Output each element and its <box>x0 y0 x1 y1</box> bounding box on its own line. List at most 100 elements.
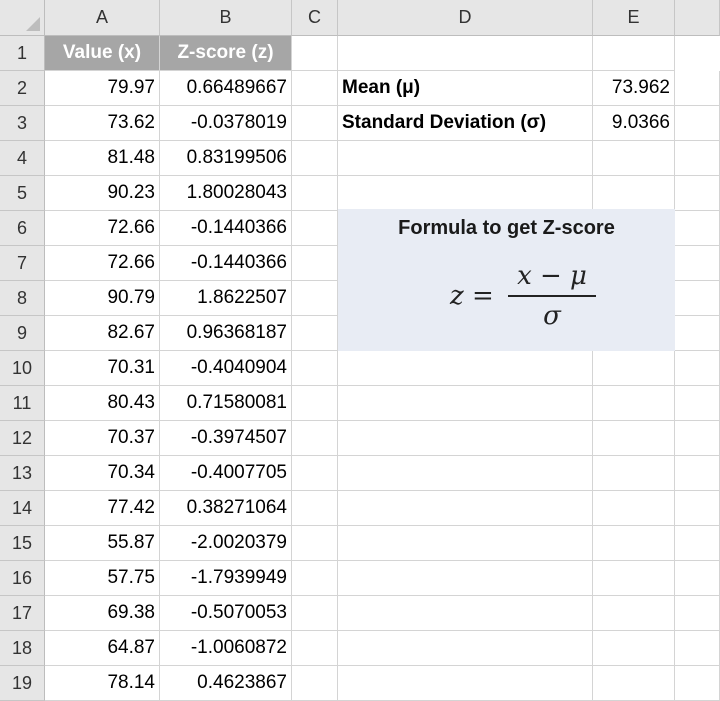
zscore-cell[interactable]: 0.66489667 <box>160 71 292 106</box>
mean-value[interactable]: 73.962 <box>593 71 675 106</box>
empty-cell[interactable] <box>338 421 593 456</box>
empty-cell[interactable] <box>338 36 593 71</box>
zscore-cell[interactable]: -0.4007705 <box>160 456 292 491</box>
empty-cell[interactable] <box>292 141 338 176</box>
empty-cell[interactable] <box>593 456 675 491</box>
mean-label[interactable]: Mean (μ) <box>338 71 593 106</box>
zscore-cell[interactable]: 1.80028043 <box>160 176 292 211</box>
empty-cell[interactable] <box>292 351 338 386</box>
value-cell[interactable]: 81.48 <box>45 141 160 176</box>
empty-cell[interactable] <box>593 491 675 526</box>
value-cell[interactable]: 57.75 <box>45 561 160 596</box>
value-cell[interactable]: 73.62 <box>45 106 160 141</box>
column-header-e[interactable]: E <box>593 0 675 36</box>
empty-cell[interactable] <box>593 36 675 71</box>
row-header-17[interactable]: 17 <box>0 596 45 631</box>
empty-cell[interactable] <box>292 71 338 106</box>
empty-cell[interactable] <box>675 561 720 596</box>
empty-cell[interactable] <box>593 176 675 211</box>
value-cell[interactable]: 77.42 <box>45 491 160 526</box>
empty-cell[interactable] <box>292 176 338 211</box>
select-all-corner[interactable] <box>0 0 45 36</box>
value-cell[interactable]: 90.79 <box>45 281 160 316</box>
empty-cell[interactable] <box>292 281 338 316</box>
value-cell[interactable]: 72.66 <box>45 246 160 281</box>
zscore-cell[interactable]: -0.5070053 <box>160 596 292 631</box>
value-cell[interactable]: 78.14 <box>45 666 160 701</box>
column-header-d[interactable]: D <box>338 0 593 36</box>
empty-cell[interactable] <box>675 246 720 281</box>
row-header-11[interactable]: 11 <box>0 386 45 421</box>
empty-cell[interactable] <box>292 106 338 141</box>
zscore-cell[interactable]: -1.7939949 <box>160 561 292 596</box>
row-header-9[interactable]: 9 <box>0 316 45 351</box>
empty-cell[interactable] <box>338 176 593 211</box>
empty-cell[interactable] <box>675 526 720 561</box>
empty-cell[interactable] <box>675 211 720 246</box>
zscore-cell[interactable]: -1.0060872 <box>160 631 292 666</box>
value-cell[interactable]: 70.31 <box>45 351 160 386</box>
zscore-cell[interactable]: -0.4040904 <box>160 351 292 386</box>
empty-cell[interactable] <box>675 71 720 106</box>
empty-cell[interactable] <box>593 386 675 421</box>
row-header-10[interactable]: 10 <box>0 351 45 386</box>
value-cell[interactable]: 69.38 <box>45 596 160 631</box>
empty-cell[interactable] <box>338 526 593 561</box>
empty-cell[interactable] <box>338 491 593 526</box>
empty-cell[interactable] <box>338 456 593 491</box>
empty-cell[interactable] <box>593 421 675 456</box>
empty-cell[interactable] <box>675 596 720 631</box>
row-header-4[interactable]: 4 <box>0 141 45 176</box>
empty-cell[interactable] <box>292 491 338 526</box>
empty-cell[interactable] <box>292 421 338 456</box>
row-header-16[interactable]: 16 <box>0 561 45 596</box>
row-header-2[interactable]: 2 <box>0 71 45 106</box>
empty-cell[interactable] <box>338 141 593 176</box>
empty-cell[interactable] <box>593 141 675 176</box>
empty-cell[interactable] <box>675 631 720 666</box>
column-header-f[interactable] <box>675 0 720 36</box>
empty-cell[interactable] <box>593 526 675 561</box>
sd-value[interactable]: 9.0366 <box>593 106 675 141</box>
zscore-cell[interactable]: -0.1440366 <box>160 211 292 246</box>
empty-cell[interactable] <box>675 281 720 316</box>
empty-cell[interactable] <box>675 351 720 386</box>
row-header-19[interactable]: 19 <box>0 666 45 701</box>
row-header-7[interactable]: 7 <box>0 246 45 281</box>
empty-cell[interactable] <box>675 316 720 351</box>
sd-label[interactable]: Standard Deviation (σ) <box>338 106 593 141</box>
row-header-15[interactable]: 15 <box>0 526 45 561</box>
value-cell[interactable]: 70.34 <box>45 456 160 491</box>
zscore-cell[interactable]: 1.8622507 <box>160 281 292 316</box>
zscore-cell[interactable]: -0.3974507 <box>160 421 292 456</box>
zscore-column-header[interactable]: Z-score (z) <box>160 36 292 71</box>
empty-cell[interactable] <box>338 351 593 386</box>
zscore-cell[interactable]: -0.0378019 <box>160 106 292 141</box>
empty-cell[interactable] <box>593 596 675 631</box>
value-cell[interactable]: 79.97 <box>45 71 160 106</box>
row-header-14[interactable]: 14 <box>0 491 45 526</box>
value-cell[interactable]: 90.23 <box>45 176 160 211</box>
empty-cell[interactable] <box>675 456 720 491</box>
row-header-18[interactable]: 18 <box>0 631 45 666</box>
zscore-cell[interactable]: -2.0020379 <box>160 526 292 561</box>
empty-cell[interactable] <box>292 596 338 631</box>
value-cell[interactable]: 70.37 <box>45 421 160 456</box>
row-header-8[interactable]: 8 <box>0 281 45 316</box>
value-cell[interactable]: 82.67 <box>45 316 160 351</box>
empty-cell[interactable] <box>292 631 338 666</box>
empty-cell[interactable] <box>338 666 593 701</box>
empty-cell[interactable] <box>675 141 720 176</box>
formula-box[interactable]: Formula to get Z-score z = x − μ σ <box>338 209 675 351</box>
empty-cell[interactable] <box>292 316 338 351</box>
zscore-cell[interactable]: 0.71580081 <box>160 386 292 421</box>
empty-cell[interactable] <box>338 561 593 596</box>
empty-cell[interactable] <box>292 666 338 701</box>
row-header-3[interactable]: 3 <box>0 106 45 141</box>
empty-cell[interactable] <box>338 596 593 631</box>
empty-cell[interactable] <box>292 36 338 71</box>
value-cell[interactable]: 80.43 <box>45 386 160 421</box>
zscore-cell[interactable]: 0.83199506 <box>160 141 292 176</box>
column-header-c[interactable]: C <box>292 0 338 36</box>
column-header-a[interactable]: A <box>45 0 160 36</box>
